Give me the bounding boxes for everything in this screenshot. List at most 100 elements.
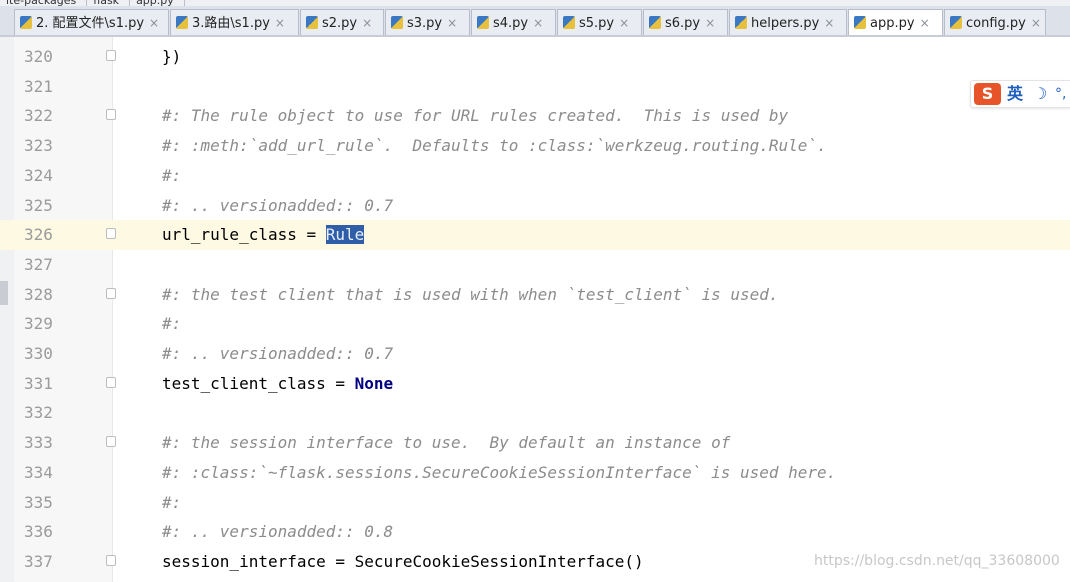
close-icon[interactable]: ×	[824, 10, 834, 35]
code-comment: #: the test client that is used with whe…	[162, 284, 779, 304]
tab-9[interactable]: config.py ×	[944, 9, 1046, 35]
code-comment: #: the session interface to use. By defa…	[162, 433, 731, 453]
code-statement: test_client_class =	[162, 373, 355, 393]
code-text: })	[162, 42, 181, 72]
code-comment: #:	[162, 492, 182, 512]
code-line[interactable]: 331 test_client_class = None	[0, 369, 1070, 399]
code-line[interactable]: 321	[0, 72, 1070, 102]
tab-2[interactable]: s2.py ×	[300, 9, 384, 35]
close-icon[interactable]: ×	[920, 10, 930, 35]
tab-label: s4.py	[493, 16, 529, 31]
code-text: #: The rule object to use for URL rules …	[162, 101, 788, 131]
line-number: 335	[24, 492, 53, 512]
tab-label: 3.路由\s1.py	[192, 16, 270, 31]
tab-label: s6.py	[665, 16, 701, 31]
punctuation-icon[interactable]: °,	[1055, 82, 1066, 106]
tab-label: config.py	[966, 16, 1026, 31]
tab-label: s2.py	[322, 16, 358, 31]
close-icon[interactable]: ×	[533, 10, 543, 35]
code-keyword: None	[354, 373, 394, 393]
tab-1[interactable]: 3.路由\s1.py ×	[170, 9, 299, 35]
fold-marker-icon[interactable]	[106, 554, 116, 566]
code-text: test_client_class = None	[162, 369, 393, 399]
line-number: 329	[24, 314, 53, 334]
selected-text[interactable]: Rule	[325, 225, 365, 245]
code-line[interactable]: 336 #: .. versionadded:: 0.8	[0, 517, 1070, 547]
code-line[interactable]: 325 #: .. versionadded:: 0.7	[0, 191, 1070, 221]
code-line[interactable]: 328 #: the test client that is used with …	[0, 280, 1070, 310]
code-line[interactable]: 330 #: .. versionadded:: 0.7	[0, 339, 1070, 369]
fold-marker-icon[interactable]	[106, 287, 116, 299]
line-number: 332	[24, 403, 53, 423]
ime-toolbar[interactable]: S 英 ☽ °,	[970, 80, 1070, 108]
code-comment: #: .. versionadded:: 0.7	[162, 195, 394, 215]
code-line[interactable]: 324 #:	[0, 161, 1070, 191]
tab-label: s5.py	[579, 16, 615, 31]
tab-0[interactable]: 2. 配置文件\s1.py ×	[14, 9, 169, 35]
line-number: 327	[24, 254, 53, 274]
tab-5[interactable]: s5.py ×	[557, 9, 642, 35]
sogou-logo-icon[interactable]: S	[974, 83, 1001, 105]
code-text: #: the test client that is used with whe…	[162, 280, 779, 310]
close-icon[interactable]: ×	[705, 10, 715, 35]
line-number: 320	[24, 47, 53, 66]
fold-marker-icon[interactable]	[106, 109, 116, 121]
line-number: 336	[24, 522, 53, 542]
code-comment: #:	[162, 314, 182, 334]
line-number: 322	[24, 106, 53, 126]
code-line[interactable]: 322 #: The rule object to use for URL rul…	[0, 101, 1070, 131]
line-number: 331	[24, 373, 53, 393]
code-text: #:	[162, 309, 181, 339]
code-text: #: .. versionadded:: 0.7	[162, 339, 393, 369]
line-number: 337	[24, 551, 53, 571]
moon-icon[interactable]: ☽	[1033, 82, 1047, 106]
line-number: 333	[24, 433, 53, 453]
watermark: https://blog.csdn.net/qq_33608000	[814, 553, 1060, 569]
line-number: 334	[24, 462, 53, 482]
code-line[interactable]: 327	[0, 250, 1070, 280]
close-icon[interactable]: ×	[447, 10, 457, 35]
close-icon[interactable]: ×	[1031, 10, 1041, 35]
close-icon[interactable]: ×	[619, 10, 629, 35]
code-statement: })	[162, 47, 182, 66]
tab-6[interactable]: s6.py ×	[643, 9, 728, 35]
code-text: #: :meth:`add_url_rule`. Defaults to :cl…	[162, 131, 827, 161]
code-statement: url_rule_class =	[162, 225, 326, 245]
code-text: #:	[162, 488, 181, 518]
code-comment: #: :class:`~flask.sessions.SecureCookieS…	[162, 462, 837, 482]
python-file-icon	[20, 16, 32, 29]
tab-4[interactable]: s4.py ×	[471, 9, 556, 35]
fold-marker-icon[interactable]	[106, 228, 116, 240]
python-file-icon	[477, 16, 489, 29]
fold-marker-icon[interactable]	[106, 376, 116, 388]
tab-3[interactable]: s3.py ×	[385, 9, 470, 35]
python-file-icon	[735, 16, 747, 29]
tab-7[interactable]: helpers.py ×	[729, 9, 847, 35]
line-number: 321	[24, 76, 53, 96]
code-line[interactable]: 329 #:	[0, 309, 1070, 339]
code-line[interactable]: 333 #: the session interface to use. By d…	[0, 428, 1070, 458]
code-line[interactable]: 335 #:	[0, 488, 1070, 518]
close-icon[interactable]: ×	[275, 10, 285, 35]
code-line[interactable]: 323 #: :meth:`add_url_rule`. Defaults to …	[0, 131, 1070, 161]
line-number: 325	[24, 195, 53, 215]
code-text: #: .. versionadded:: 0.7	[162, 191, 393, 221]
close-icon[interactable]: ×	[362, 10, 372, 35]
ime-language-toggle[interactable]: 英	[1007, 82, 1023, 106]
tab-8[interactable]: app.py ×	[848, 9, 943, 35]
fold-marker-icon[interactable]	[106, 50, 116, 61]
code-text: url_rule_class = Rule	[162, 220, 365, 250]
python-file-icon	[649, 16, 661, 29]
code-comment: #: .. versionadded:: 0.7	[162, 344, 394, 363]
python-file-icon	[306, 16, 318, 29]
fold-marker-icon[interactable]	[106, 436, 116, 448]
code-line[interactable]: 334 #: :class:`~flask.sessions.SecureCook…	[0, 458, 1070, 488]
code-line[interactable]: 320})	[0, 42, 1070, 72]
code-line[interactable]: 326 url_rule_class = Rule	[0, 220, 1070, 250]
close-icon[interactable]: ×	[149, 10, 159, 35]
tab-label: helpers.py	[751, 16, 820, 31]
line-number: 326	[24, 225, 53, 245]
line-number: 330	[24, 344, 53, 363]
code-line[interactable]: 332	[0, 398, 1070, 428]
python-file-icon	[854, 16, 866, 29]
